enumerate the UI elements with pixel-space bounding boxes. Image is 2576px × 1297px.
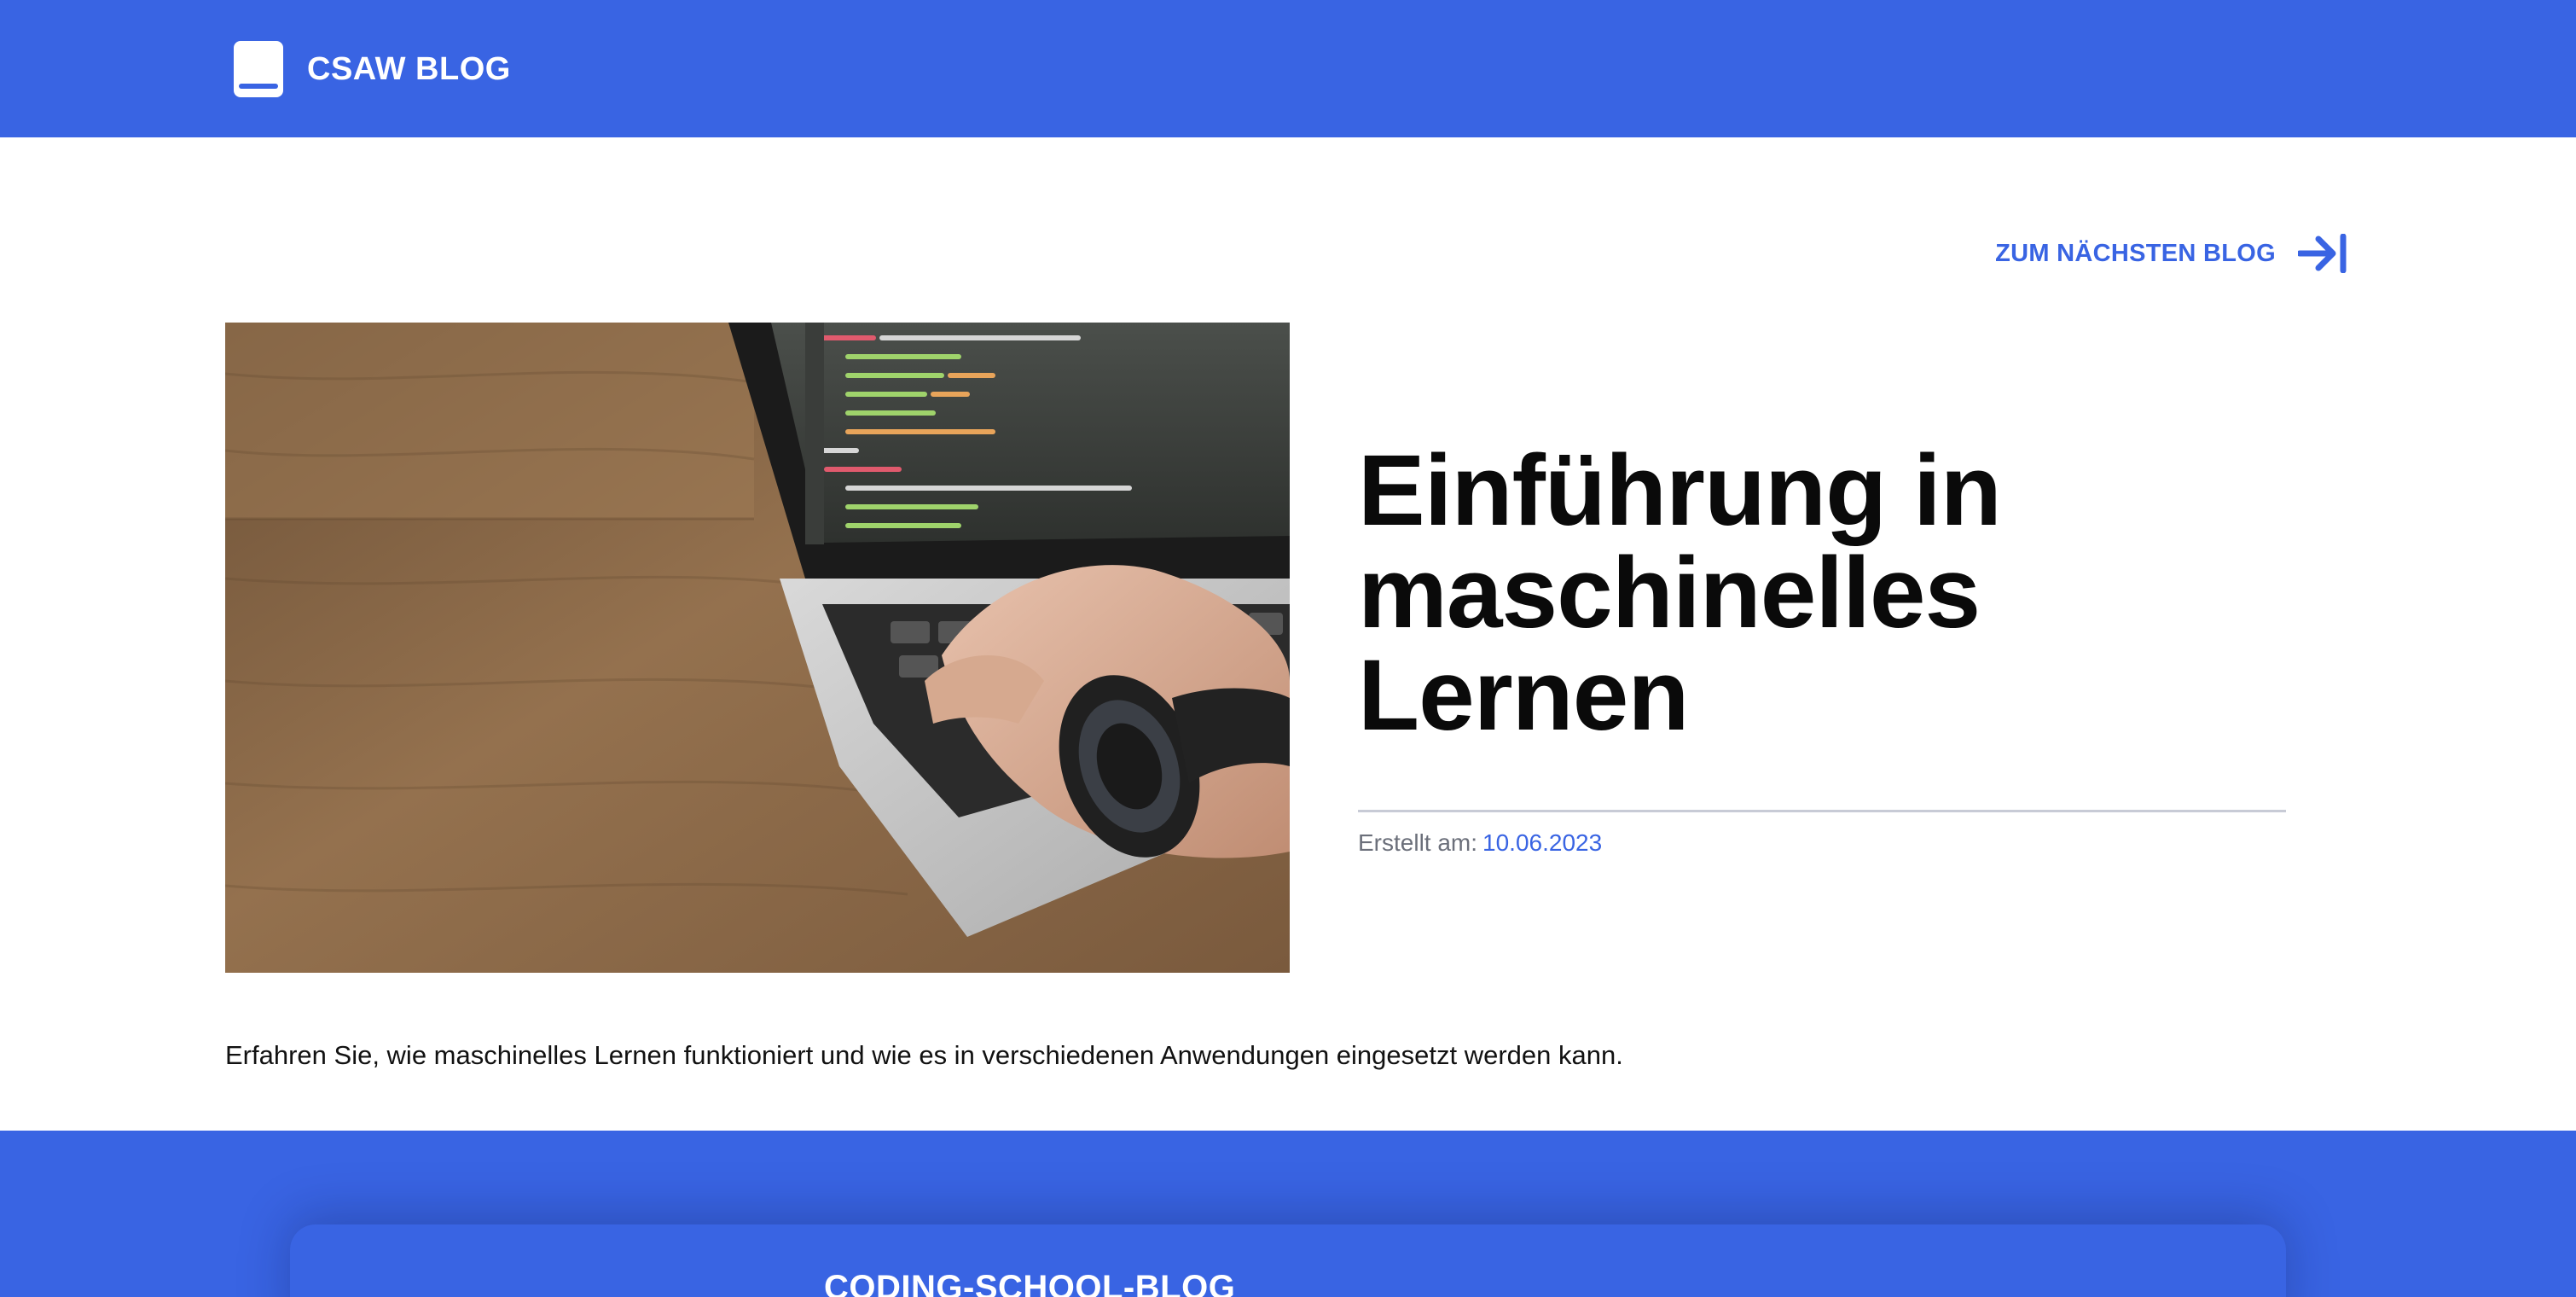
laptop-code-illustration — [225, 323, 1290, 973]
post-description: Erfahren Sie, wie maschinelles Lernen fu… — [225, 1040, 1623, 1070]
arrow-right-to-line-icon — [2298, 234, 2347, 273]
created-date: 10.06.2023 — [1482, 829, 1603, 856]
footer: CODING-SCHOOL-BLOG — [0, 1131, 2576, 1297]
next-blog-label: ZUM NÄCHSTEN BLOG — [1995, 239, 2276, 267]
top-navigation-bar: CSAW BLOG — [0, 0, 2576, 137]
title-divider — [1358, 810, 2286, 812]
brand-home-link[interactable]: CSAW BLOG — [232, 39, 511, 99]
book-icon — [234, 41, 283, 97]
post-title-block: Einführung in maschinelles Lernen — [1358, 439, 2288, 747]
post-title: Einführung in maschinelles Lernen — [1358, 434, 2002, 752]
footer-title: CODING-SCHOOL-BLOG — [824, 1269, 1236, 1297]
post-meta: Erstellt am: 10.06.2023 — [1358, 829, 1602, 857]
created-label: Erstellt am: — [1358, 829, 1478, 856]
brand-name: CSAW BLOG — [307, 50, 511, 87]
next-blog-link[interactable]: ZUM NÄCHSTEN BLOG — [1995, 232, 2347, 275]
post-hero-image — [225, 323, 1290, 973]
footer-card — [290, 1224, 2286, 1297]
